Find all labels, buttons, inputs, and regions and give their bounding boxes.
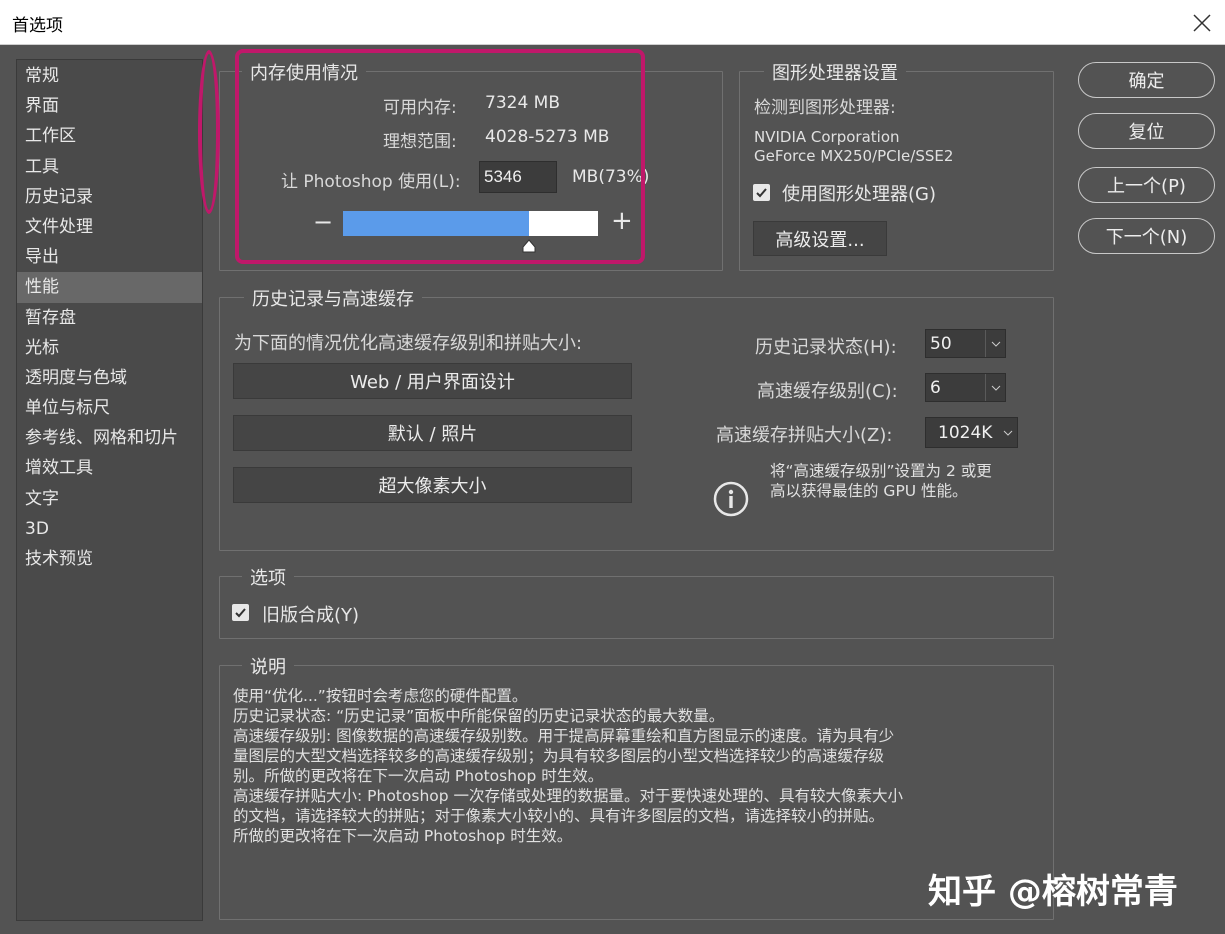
sidebar-item-interface[interactable]: 界面 <box>17 91 202 121</box>
history-states-value: 50 <box>930 333 952 354</box>
cache-levels-label: 高速缓存级别(C): <box>757 381 898 402</box>
memory-slider-fill <box>343 211 530 236</box>
sidebar-item-history[interactable]: 历史记录 <box>17 182 202 212</box>
previous-button[interactable]: 上一个(P) <box>1078 167 1215 203</box>
description-line: 历史记录状态: “历史记录”面板中所能保留的历史记录状态的最大数量。 <box>233 707 725 725</box>
category-list: 常规 界面 工作区 工具 历史记录 文件处理 导出 性能 暂存盘 光标 透明度与… <box>16 59 203 921</box>
memory-slider-thumb[interactable] <box>522 238 536 253</box>
sidebar-item-workspace[interactable]: 工作区 <box>17 121 202 151</box>
sidebar-item-plugins[interactable]: 增效工具 <box>17 453 202 483</box>
title-bar: 首选项 <box>0 0 1225 45</box>
history-states-label: 历史记录状态(H): <box>755 337 897 358</box>
sidebar-item-guides-grid[interactable]: 参考线、网格和切片 <box>17 423 202 453</box>
use-gpu-label: 使用图形处理器(G) <box>782 184 936 205</box>
memory-decrease-button[interactable]: − <box>313 208 333 236</box>
sidebar-item-general[interactable]: 常规 <box>17 61 202 91</box>
sidebar-item-tools[interactable]: 工具 <box>17 152 202 182</box>
description-line: 别。所做的更改将在下一次启动 Photoshop 时生效。 <box>233 767 604 785</box>
legacy-compositing-label: 旧版合成(Y) <box>262 605 360 626</box>
description-line: 的文档，请选择较大的拼贴；对于像素大小较小的、具有许多图层的文档，请选择较小的拼… <box>233 807 885 825</box>
ok-button[interactable]: 确定 <box>1078 62 1215 98</box>
reset-button[interactable]: 复位 <box>1078 113 1215 149</box>
optimize-web-ui-button[interactable]: Web / 用户界面设计 <box>233 363 632 399</box>
available-memory-label: 可用内存: <box>383 98 457 118</box>
chevron-down-icon <box>985 374 1005 401</box>
sidebar-item-units-rulers[interactable]: 单位与标尺 <box>17 393 202 423</box>
sidebar-item-cursors[interactable]: 光标 <box>17 333 202 363</box>
gpu-tip-line-1: 将“高速缓存级别”设置为 2 或更 <box>770 462 992 480</box>
window-title: 首选项 <box>12 16 63 36</box>
gpu-vendor: NVIDIA Corporation <box>754 128 900 146</box>
memory-slider-track[interactable] <box>343 211 598 236</box>
gpu-detected-label: 检测到图形处理器: <box>754 98 896 118</box>
next-button[interactable]: 下一个(N) <box>1078 218 1215 254</box>
gpu-tip-line-2: 高以获得最佳的 GPU 性能。 <box>770 482 968 500</box>
sidebar-item-tech-previews[interactable]: 技术预览 <box>17 544 202 574</box>
optimize-label: 为下面的情况优化高速缓存级别和拼贴大小: <box>234 333 583 354</box>
history-cache-legend: 历史记录与高速缓存 <box>244 285 422 311</box>
description-text: 使用“优化...”按钮时会考虑您的硬件配置。 历史记录状态: “历史记录”面板中… <box>233 686 1023 846</box>
cache-tile-size-value: 1024K <box>938 422 993 443</box>
memory-amount-input[interactable] <box>479 161 557 193</box>
ideal-range-value: 4028-5273 MB <box>485 127 610 147</box>
cache-tile-size-label: 高速缓存拼贴大小(Z): <box>716 425 893 446</box>
description-legend: 说明 <box>242 653 294 679</box>
cache-levels-select[interactable]: 6 <box>925 373 1006 402</box>
gpu-settings-legend: 图形处理器设置 <box>764 59 906 85</box>
watermark: 知乎 @榕树常青 <box>928 872 1178 912</box>
sidebar-item-transparency[interactable]: 透明度与色域 <box>17 363 202 393</box>
sidebar-item-type[interactable]: 文字 <box>17 484 202 514</box>
description-line: 使用“优化...”按钮时会考虑您的硬件配置。 <box>233 687 528 705</box>
chevron-down-icon <box>1003 430 1013 436</box>
options-legend: 选项 <box>242 564 294 590</box>
info-icon <box>713 481 749 517</box>
sidebar-item-performance[interactable]: 性能 <box>17 272 202 303</box>
sidebar-item-scratch-disks[interactable]: 暂存盘 <box>17 303 202 333</box>
memory-increase-button[interactable]: + <box>611 206 633 236</box>
available-memory-value: 7324 MB <box>485 93 560 113</box>
history-states-select[interactable]: 50 <box>925 329 1006 358</box>
description-line: 量图层的大型文档选择较多的高速缓存级别；为具有较多图层的小型文档选择较少的高速缓… <box>233 747 885 765</box>
chevron-down-icon <box>985 330 1005 357</box>
use-gpu-checkbox[interactable] <box>753 184 770 201</box>
legacy-compositing-checkbox[interactable] <box>232 604 249 621</box>
let-photoshop-use-label: 让 Photoshop 使用(L): <box>281 172 461 192</box>
close-icon[interactable] <box>1185 6 1219 40</box>
sidebar-item-export[interactable]: 导出 <box>17 242 202 272</box>
memory-unit-percent: MB(73%) <box>572 167 650 187</box>
optimize-huge-pixel-button[interactable]: 超大像素大小 <box>233 467 632 503</box>
memory-usage-legend: 内存使用情况 <box>242 59 366 85</box>
cache-levels-value: 6 <box>930 377 941 398</box>
optimize-default-photos-button[interactable]: 默认 / 照片 <box>233 415 632 451</box>
sidebar-item-file-handling[interactable]: 文件处理 <box>17 212 202 242</box>
description-line: 所做的更改将在下一次启动 Photoshop 时生效。 <box>233 827 573 845</box>
description-line: 高速缓存拼贴大小: Photoshop 一次存储或处理的数据量。对于要快速处理的… <box>233 787 904 805</box>
cache-tile-size-select[interactable]: 1024K <box>925 417 1018 448</box>
gpu-model: GeForce MX250/PCIe/SSE2 <box>754 147 954 165</box>
description-line: 高速缓存级别: 图像数据的高速缓存级别数。用于提高屏幕重绘和直方图显示的速度。请… <box>233 727 895 745</box>
ideal-range-label: 理想范围: <box>383 132 457 152</box>
advanced-settings-button[interactable]: 高级设置... <box>753 221 887 256</box>
sidebar-item-3d[interactable]: 3D <box>17 514 202 544</box>
